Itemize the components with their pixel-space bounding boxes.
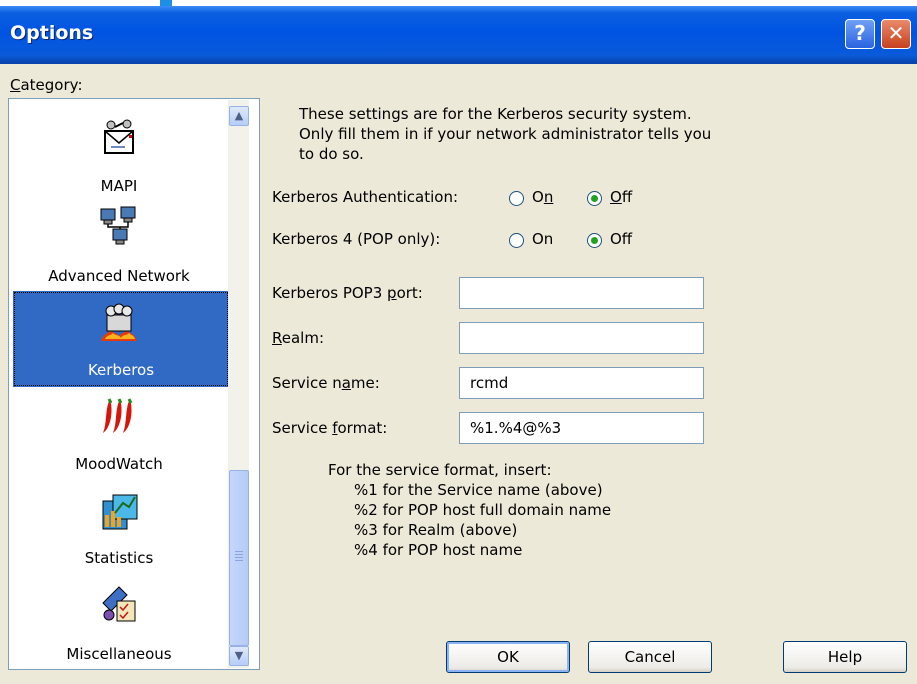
category-item-kerberos[interactable]: Kerberos bbox=[13, 291, 229, 387]
mapi-icon bbox=[104, 119, 134, 154]
hint-line: %1 for the Service name (above) bbox=[354, 481, 603, 499]
category-item-miscellaneous[interactable]: Miscellaneous bbox=[9, 571, 229, 669]
kerberos-auth-on-label[interactable]: On bbox=[532, 188, 553, 206]
ok-button[interactable]: OK bbox=[446, 641, 570, 673]
kerberos-auth-label: Kerberos Authentication: bbox=[272, 188, 458, 206]
hint-line: %4 for POP host name bbox=[354, 541, 523, 559]
miscellaneous-icon bbox=[102, 586, 136, 622]
cancel-button[interactable]: Cancel bbox=[588, 641, 712, 673]
grip-line bbox=[235, 560, 243, 561]
category-item-label: Kerberos bbox=[87, 361, 155, 379]
statistics-chart-icon bbox=[102, 494, 138, 530]
hint-line: %3 for Realm (above) bbox=[354, 521, 518, 539]
kerberos4-on-label[interactable]: On bbox=[532, 230, 553, 248]
service-name-field[interactable]: rcmd bbox=[459, 367, 704, 399]
close-button[interactable]: ✕ bbox=[881, 19, 911, 49]
service-format-hint: For the service format, insert: %1 for t… bbox=[328, 460, 611, 560]
help-button[interactable]: Help bbox=[783, 641, 907, 673]
service-format-field[interactable]: %1.%4@%3 bbox=[459, 412, 704, 444]
window-title: Options bbox=[10, 22, 94, 44]
chili-peppers-icon bbox=[103, 398, 133, 433]
kerberos-auth-on-radio[interactable] bbox=[509, 191, 524, 206]
scroll-up-arrow-icon[interactable]: ▲ bbox=[229, 106, 249, 126]
category-item-advanced-network[interactable]: Advanced Network bbox=[9, 197, 229, 291]
hint-title: For the service format, insert: bbox=[328, 461, 552, 479]
realm-label: Realm: bbox=[272, 329, 325, 347]
hint-line: %2 for POP host full domain name bbox=[354, 501, 612, 519]
category-label: Category: bbox=[10, 76, 83, 94]
kerberos4-off-radio[interactable] bbox=[587, 233, 602, 248]
category-item-statistics[interactable]: Statistics bbox=[9, 479, 229, 571]
kerberos4-label: Kerberos 4 (POP only): bbox=[272, 230, 441, 248]
pop3-port-label: Kerberos POP3 port: bbox=[272, 284, 423, 302]
kerberos-auth-off-label[interactable]: Off bbox=[610, 188, 632, 206]
kerberos-description: These settings are for the Kerberos secu… bbox=[299, 105, 712, 163]
kerberos-auth-off-radio[interactable] bbox=[587, 191, 602, 206]
kerberos4-on-radio[interactable] bbox=[509, 233, 524, 248]
category-item-label: Statistics bbox=[84, 549, 154, 567]
category-item-moodwatch[interactable]: MoodWatch bbox=[9, 387, 229, 479]
category-item-label: MoodWatch bbox=[75, 455, 163, 473]
service-name-label: Service name: bbox=[272, 374, 380, 392]
category-item-label: MAPI bbox=[100, 177, 138, 195]
help-title-button[interactable]: ? bbox=[845, 19, 875, 49]
network-computers-icon bbox=[100, 206, 136, 245]
scroll-thumb[interactable] bbox=[229, 470, 249, 646]
service-format-label: Service format: bbox=[272, 419, 388, 437]
category-scrollbar[interactable]: ▲ ▼ bbox=[228, 100, 249, 668]
realm-field[interactable] bbox=[459, 322, 704, 354]
category-item-label: Advanced Network bbox=[48, 267, 190, 285]
kerberos4-off-label[interactable]: Off bbox=[610, 230, 632, 248]
category-item-label: Miscellaneous bbox=[66, 645, 172, 663]
category-item-mapi[interactable]: MAPI bbox=[9, 99, 229, 197]
title-bar[interactable]: Options ? ✕ bbox=[0, 6, 917, 64]
grip-line bbox=[235, 557, 243, 558]
pop3-port-field[interactable] bbox=[459, 277, 704, 309]
scroll-down-arrow-icon[interactable]: ▼ bbox=[229, 646, 249, 666]
category-list[interactable]: MAPI Advanced Network Kerberos MoodWatch… bbox=[8, 98, 260, 670]
kerberos-dog-icon bbox=[101, 303, 137, 341]
grip-line bbox=[235, 554, 243, 555]
grip-line bbox=[235, 551, 243, 552]
